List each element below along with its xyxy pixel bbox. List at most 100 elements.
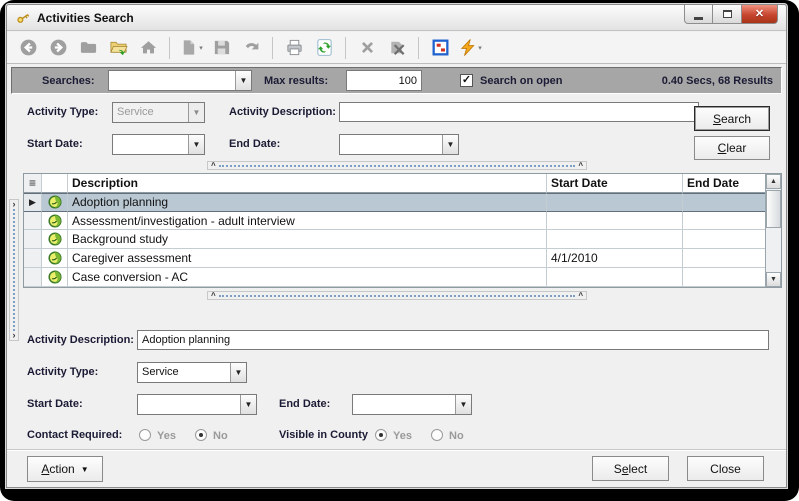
scrollbar-thumb[interactable] bbox=[766, 190, 781, 228]
contact-required-yes-radio[interactable] bbox=[139, 429, 151, 441]
window-controls: ✕ bbox=[684, 5, 778, 24]
status-text: 0.40 Secs, 68 Results bbox=[661, 75, 773, 87]
results-grid: ≡ Description Start Date End Date ▶ Adop… bbox=[23, 173, 782, 288]
close-button[interactable]: ✕ bbox=[742, 5, 778, 24]
collapse-up-icon[interactable]: ^ bbox=[208, 292, 219, 300]
minimize-icon bbox=[694, 16, 703, 20]
detail-end-date-combo[interactable]: ▼ bbox=[352, 394, 472, 415]
back-icon[interactable] bbox=[15, 35, 41, 61]
end-date-combo[interactable]: ▼ bbox=[339, 134, 459, 155]
table-row[interactable]: Assessment/investigation - adult intervi… bbox=[24, 211, 765, 231]
visible-in-county-no-label: No bbox=[449, 430, 464, 442]
table-row[interactable]: ▶ Adoption planning bbox=[24, 192, 765, 212]
scroll-up-icon[interactable]: ▲ bbox=[766, 174, 781, 189]
collapse-right-icon[interactable]: › bbox=[13, 200, 16, 209]
toolbar-separator bbox=[418, 36, 419, 59]
lightning-dropdown-icon: ▾ bbox=[478, 44, 482, 52]
collapse-up-icon[interactable]: ^ bbox=[575, 292, 586, 300]
action-dropdown-icon: ▼ bbox=[80, 464, 89, 474]
detail-activity-type-combo[interactable]: Service ▼ bbox=[137, 362, 247, 383]
activity-type-label: Activity Type: bbox=[27, 106, 99, 118]
detail-end-date-label: End Date: bbox=[279, 398, 331, 410]
select-button[interactable]: Select bbox=[592, 456, 669, 481]
refresh-icon[interactable] bbox=[311, 35, 337, 61]
clear-button[interactable]: Clear bbox=[694, 136, 770, 160]
start-date-column-header[interactable]: Start Date bbox=[547, 174, 683, 193]
titlebar[interactable]: Activities Search ✕ bbox=[7, 5, 786, 31]
detail-start-date-combo[interactable]: ▼ bbox=[137, 394, 257, 415]
home-icon[interactable] bbox=[135, 35, 161, 61]
row-indicator bbox=[24, 230, 42, 250]
table-row[interactable]: Caregiver assessment 4/1/2010 bbox=[24, 249, 765, 269]
activity-description-input[interactable] bbox=[339, 102, 699, 122]
detail-start-date-label: Start Date: bbox=[27, 398, 83, 410]
close-icon: ✕ bbox=[754, 7, 765, 20]
end-date-label: End Date: bbox=[229, 138, 281, 150]
chevron-down-icon[interactable]: ▼ bbox=[455, 395, 471, 414]
chevron-down-icon[interactable]: ▼ bbox=[240, 395, 256, 414]
collapse-up-icon[interactable]: ^ bbox=[575, 162, 586, 170]
max-results-input[interactable] bbox=[346, 70, 422, 91]
detail-activity-description-input[interactable] bbox=[137, 330, 769, 350]
action-button[interactable]: Action ▼ bbox=[27, 456, 103, 482]
clear-results-icon[interactable] bbox=[384, 35, 410, 61]
detail-activity-description-label: Activity Description: bbox=[27, 334, 134, 346]
visible-in-county-yes-radio[interactable] bbox=[375, 429, 387, 441]
horizontal-splitter-top[interactable]: ^ ^ bbox=[207, 161, 587, 170]
visible-in-county-no-radio[interactable] bbox=[431, 429, 443, 441]
contact-required-no-radio[interactable] bbox=[195, 429, 207, 441]
toolbar-separator bbox=[345, 36, 346, 59]
folder-icon[interactable] bbox=[75, 35, 101, 61]
scroll-down-icon[interactable]: ▼ bbox=[766, 272, 781, 287]
activity-icon bbox=[42, 249, 68, 269]
start-date-combo[interactable]: ▼ bbox=[112, 134, 205, 155]
searches-label: Searches: bbox=[42, 75, 95, 87]
forward-icon[interactable] bbox=[45, 35, 71, 61]
print-icon[interactable] bbox=[281, 35, 307, 61]
contact-required-yes-label: Yes bbox=[157, 430, 176, 442]
search-bar: Searches: ▼ Max results: Search on open … bbox=[11, 67, 782, 94]
new-page-icon[interactable]: ▾ bbox=[178, 35, 204, 61]
lightning-icon[interactable]: ▾ bbox=[457, 35, 483, 61]
end-date-column-header[interactable]: End Date bbox=[683, 174, 765, 193]
key-icon bbox=[17, 13, 30, 23]
table-row[interactable]: Background study bbox=[24, 230, 765, 250]
activity-icon bbox=[42, 192, 68, 212]
search-button[interactable]: Search bbox=[694, 106, 770, 131]
row-indicator bbox=[24, 211, 42, 231]
form-window-icon[interactable] bbox=[427, 35, 453, 61]
row-selector-header-icon: ≡ bbox=[24, 174, 42, 193]
contact-required-label: Contact Required: bbox=[27, 429, 123, 441]
maximize-button[interactable] bbox=[713, 5, 742, 24]
max-results-label: Max results: bbox=[264, 75, 329, 87]
detail-activity-type-label: Activity Type: bbox=[27, 366, 99, 378]
search-on-open-checkbox[interactable] bbox=[460, 74, 473, 87]
activity-icon bbox=[42, 211, 68, 231]
searches-combo[interactable]: ▼ bbox=[108, 70, 252, 91]
horizontal-splitter-bottom[interactable]: ^ ^ bbox=[207, 291, 587, 300]
collapse-up-icon[interactable]: ^ bbox=[208, 162, 219, 170]
chevron-down-icon[interactable]: ▼ bbox=[235, 71, 251, 90]
description-column-header[interactable]: Description bbox=[68, 174, 547, 193]
undo-icon[interactable] bbox=[238, 35, 264, 61]
grid-scrollbar[interactable]: ▲ ▼ bbox=[765, 174, 781, 287]
save-icon[interactable] bbox=[208, 35, 234, 61]
close-dialog-button[interactable]: Close bbox=[687, 456, 764, 481]
activities-search-window: Activities Search ✕ ▾ ▾ Searches: ▼ Max … bbox=[6, 4, 787, 488]
chevron-down-icon[interactable]: ▼ bbox=[442, 135, 458, 154]
activity-type-combo[interactable]: Service ▼ bbox=[112, 102, 205, 123]
delete-icon[interactable] bbox=[354, 35, 380, 61]
chevron-down-icon[interactable]: ▼ bbox=[188, 135, 204, 154]
table-row[interactable]: Case conversion - AC bbox=[24, 268, 765, 287]
row-indicator bbox=[24, 268, 42, 287]
open-folder-icon[interactable] bbox=[105, 35, 131, 61]
maximize-icon bbox=[722, 10, 732, 18]
minimize-button[interactable] bbox=[684, 5, 713, 24]
chevron-down-icon[interactable]: ▼ bbox=[230, 363, 246, 382]
row-indicator: ▶ bbox=[24, 192, 42, 212]
window-title: Activities Search bbox=[37, 10, 134, 25]
visible-in-county-label: Visible in County bbox=[279, 429, 369, 441]
new-page-dropdown-icon: ▾ bbox=[199, 44, 203, 52]
activity-icon bbox=[42, 230, 68, 250]
activity-description-label: Activity Description: bbox=[229, 106, 336, 118]
